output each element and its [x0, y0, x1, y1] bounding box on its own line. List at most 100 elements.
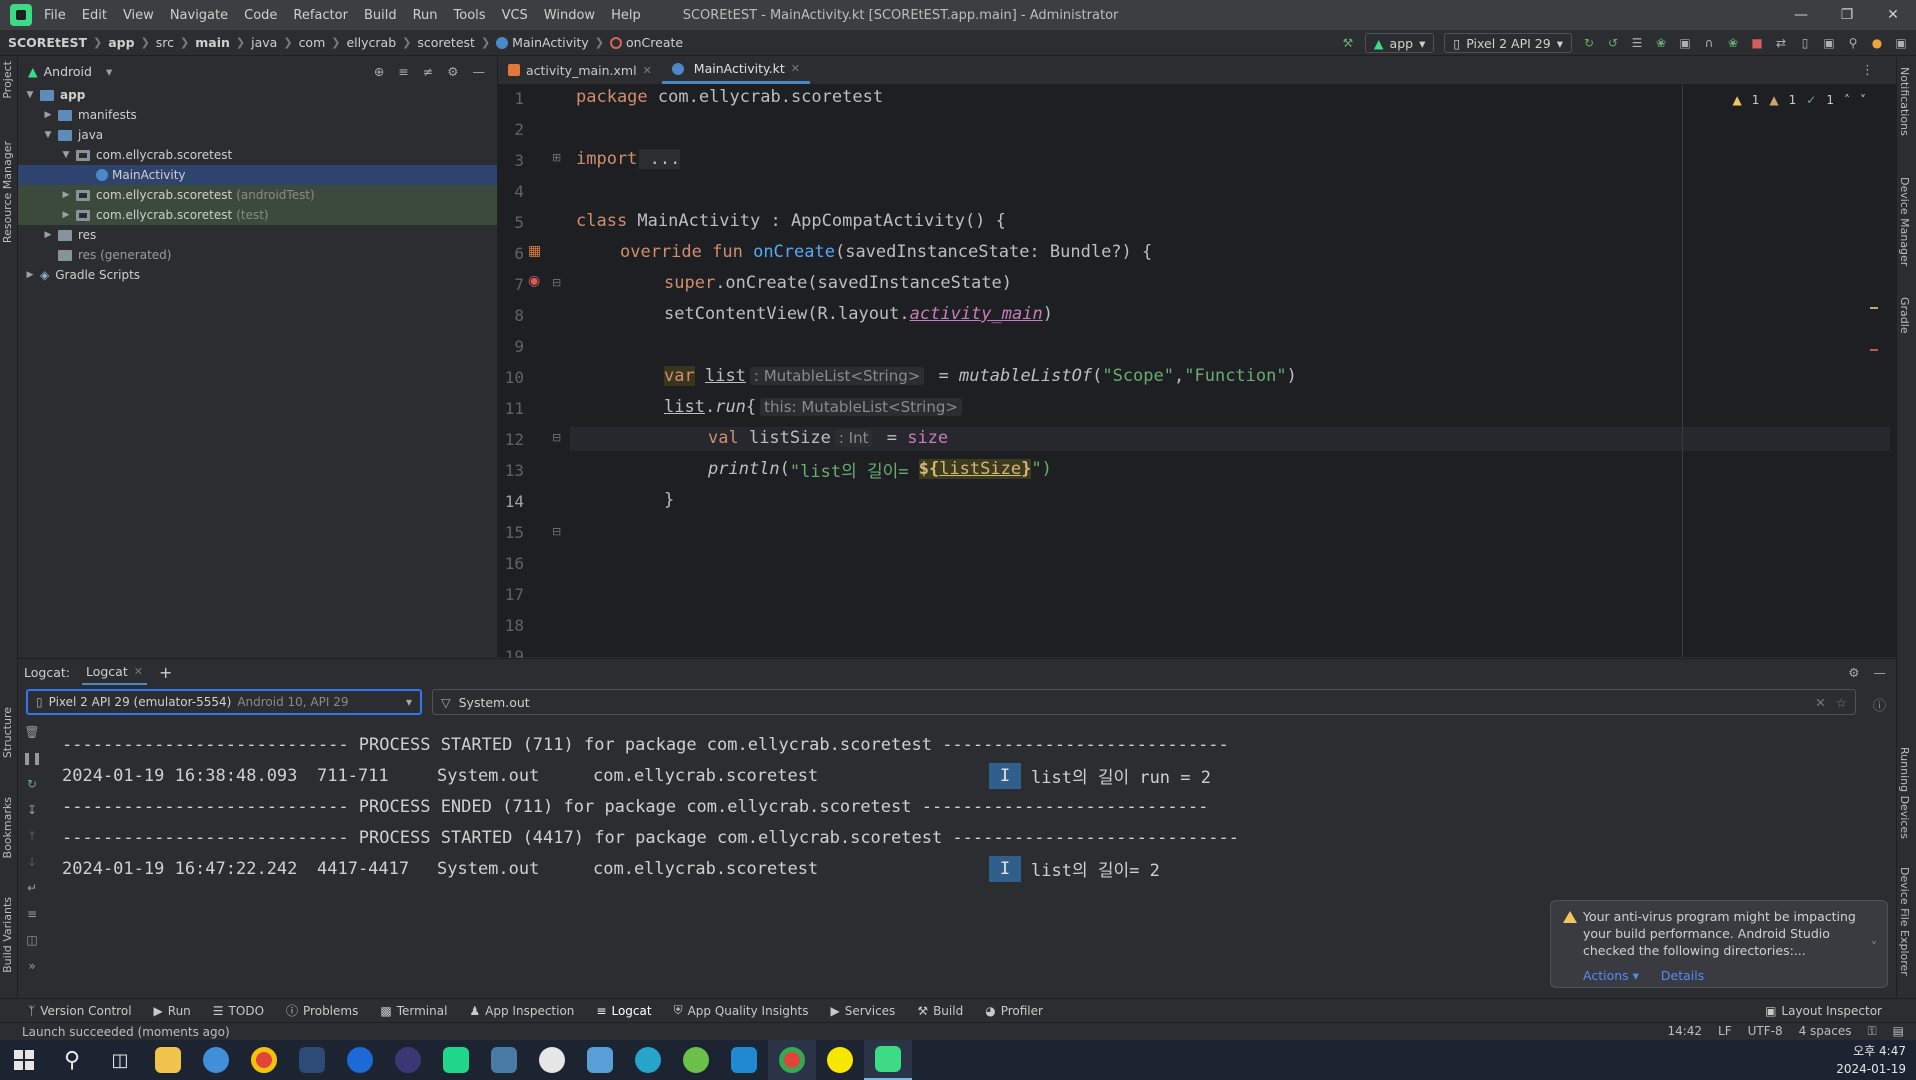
- close-icon[interactable]: ✕: [1870, 0, 1916, 30]
- chevron-down-icon[interactable]: ˅: [1860, 93, 1866, 107]
- split-panels-icon[interactable]: ◫: [18, 927, 46, 953]
- sync-gradle-icon[interactable]: ⇄: [1774, 36, 1788, 50]
- fold-icon[interactable]: ⊟: [552, 525, 561, 538]
- running-devices-tab[interactable]: Running Devices: [1898, 747, 1911, 839]
- breadcrumb-com[interactable]: com: [299, 35, 326, 50]
- toolwindow-run[interactable]: ▶ Run: [154, 1004, 191, 1018]
- expand-all-icon[interactable]: ≡: [398, 64, 408, 79]
- tree-item-package-androidtest[interactable]: ▶ com.ellycrab.scoretest (androidTest): [18, 185, 497, 205]
- project-tool-tab[interactable]: Project: [1, 61, 14, 99]
- fold-icon[interactable]: ⊟: [552, 431, 561, 444]
- structure-tab[interactable]: Structure: [1, 707, 14, 758]
- menu-file[interactable]: File: [42, 8, 68, 23]
- tab-mainactivity-kt[interactable]: MainActivity.kt ✕: [661, 56, 810, 84]
- device-manager-icon[interactable]: ▯: [1798, 36, 1812, 50]
- menu-vcs[interactable]: VCS: [500, 8, 530, 23]
- indent-setting[interactable]: 4 spaces: [1799, 1024, 1852, 1039]
- code-area[interactable]: package com.ellycrab.scoretest import ..…: [576, 85, 1896, 657]
- taskbar-search-icon[interactable]: ⚲: [48, 1040, 96, 1080]
- menu-refactor[interactable]: Refactor: [291, 8, 350, 23]
- media-app-icon[interactable]: [576, 1040, 624, 1080]
- windows-start-icon[interactable]: [0, 1040, 48, 1080]
- scrollbar-error-marker[interactable]: [1870, 349, 1878, 351]
- coverage-icon[interactable]: ▣: [1678, 36, 1692, 50]
- clear-icon[interactable]: ✕: [1815, 695, 1825, 710]
- app-icon-2[interactable]: [336, 1040, 384, 1080]
- previous-occurrence-icon[interactable]: ↑: [18, 823, 46, 849]
- toolwindow-build[interactable]: ⚒ Build: [917, 1004, 963, 1018]
- toolwindow-profiler[interactable]: ◕ Profiler: [985, 1004, 1043, 1018]
- close-tab-icon[interactable]: ✕: [791, 62, 800, 75]
- tree-item-res-generated[interactable]: res (generated): [18, 245, 497, 265]
- pause-icon[interactable]: ❚❚: [18, 745, 46, 771]
- android-run-gutter-icon[interactable]: ▦: [528, 243, 541, 259]
- menu-run[interactable]: Run: [411, 8, 440, 23]
- device-select[interactable]: ▯ Pixel 2 API 29 ▾: [1444, 33, 1572, 53]
- breadcrumb-src[interactable]: src: [156, 35, 174, 50]
- next-occurrence-icon[interactable]: ↓: [18, 849, 46, 875]
- caret-position[interactable]: 14:42: [1667, 1024, 1702, 1039]
- breadcrumb-app[interactable]: app: [108, 35, 134, 50]
- logcat-device-select[interactable]: ▯ Pixel 2 API 29 (emulator-5554) Android…: [26, 689, 422, 715]
- format-icon[interactable]: ≡: [18, 901, 46, 927]
- bookmarks-tab[interactable]: Bookmarks: [1, 797, 14, 858]
- restart-icon[interactable]: ↻: [18, 771, 46, 797]
- project-view-select[interactable]: Android: [44, 64, 92, 79]
- logcat-filter-input[interactable]: ▽ System.out ✕ ☆: [432, 689, 1856, 715]
- toolwindow-todo[interactable]: ☰ TODO: [213, 1004, 264, 1018]
- avatar[interactable]: ▣: [1894, 36, 1908, 50]
- run-config-select[interactable]: ▲ app ▾: [1364, 33, 1435, 53]
- hammer-build-icon[interactable]: ⚒: [1341, 36, 1355, 50]
- vscode-icon[interactable]: [720, 1040, 768, 1080]
- chevron-right-icon[interactable]: ▶: [42, 230, 54, 240]
- status-message[interactable]: Launch succeeded (moments ago): [22, 1025, 230, 1039]
- toolwindow-logcat[interactable]: ≡ Logcat: [596, 1004, 651, 1018]
- rerun-icon[interactable]: ↻: [1582, 36, 1596, 50]
- gradle-tab[interactable]: Gradle: [1898, 297, 1911, 334]
- mysql-workbench-icon[interactable]: [480, 1040, 528, 1080]
- logcat-output[interactable]: ---------------------------- PROCESS STA…: [62, 729, 1562, 884]
- scrollbar-warning-marker[interactable]: [1870, 307, 1878, 309]
- chevron-down-icon[interactable]: ▼: [60, 150, 72, 160]
- breadcrumb-project[interactable]: SCOREtEST: [8, 35, 87, 50]
- breadcrumb-mainactivity[interactable]: MainActivity: [496, 35, 589, 50]
- add-tab-icon[interactable]: +: [159, 663, 172, 682]
- inspection-widget[interactable]: ▲ 1 ▲ 1 ✓ 1 ˄ ˅: [1733, 93, 1866, 107]
- tab-logcat[interactable]: Logcat ✕: [81, 659, 147, 685]
- edge-icon[interactable]: [624, 1040, 672, 1080]
- resource-manager-tab[interactable]: Resource Manager: [1, 141, 14, 243]
- more-icon[interactable]: »: [18, 953, 46, 979]
- tab-activity-main-xml[interactable]: activity_main.xml ✕: [498, 56, 662, 84]
- scroll-to-end-icon[interactable]: ↧: [18, 797, 46, 823]
- menu-build[interactable]: Build: [362, 8, 399, 23]
- github-desktop-icon[interactable]: [528, 1040, 576, 1080]
- toolwindow-app-inspection[interactable]: ♟ App Inspection: [469, 1004, 574, 1018]
- menu-view[interactable]: View: [121, 8, 156, 23]
- toolwindow-layout-inspector[interactable]: ▣ Layout Inspector: [1765, 1004, 1882, 1018]
- pycharm-icon[interactable]: [432, 1040, 480, 1080]
- breadcrumb-java[interactable]: java: [251, 35, 277, 50]
- search-icon[interactable]: ⚲: [1846, 36, 1860, 50]
- gear-icon[interactable]: ⚙: [447, 64, 458, 79]
- build-variants-tab[interactable]: Build Variants: [1, 897, 14, 973]
- tree-item-manifests[interactable]: ▶ manifests: [18, 105, 497, 125]
- menu-window[interactable]: Window: [542, 8, 597, 23]
- locate-icon[interactable]: ⊕: [374, 64, 384, 79]
- breadcrumb-main[interactable]: main: [195, 35, 230, 50]
- attach-debugger-icon[interactable]: ❀: [1726, 36, 1740, 50]
- chrome-active-icon[interactable]: [768, 1040, 816, 1080]
- file-encoding[interactable]: UTF-8: [1748, 1024, 1783, 1039]
- device-manager-tab[interactable]: Device Manager: [1898, 177, 1911, 266]
- notifications-tab[interactable]: Notifications: [1898, 67, 1911, 136]
- line-separator[interactable]: LF: [1718, 1024, 1732, 1039]
- restore-icon[interactable]: ❐: [1824, 0, 1870, 30]
- tree-item-java[interactable]: ▼ java: [18, 125, 497, 145]
- tree-item-package-main[interactable]: ▼ com.ellycrab.scoretest: [18, 145, 497, 165]
- chevron-down-icon[interactable]: ▼: [24, 90, 36, 100]
- gear-icon[interactable]: ⚙: [1848, 665, 1859, 680]
- expand-icon[interactable]: ˅: [1871, 939, 1877, 954]
- chevron-down-icon[interactable]: ▾: [106, 64, 112, 79]
- toolwindow-services[interactable]: ▶ Services: [830, 1004, 895, 1018]
- chevron-right-icon[interactable]: ▶: [42, 110, 54, 120]
- menu-help[interactable]: Help: [609, 8, 643, 23]
